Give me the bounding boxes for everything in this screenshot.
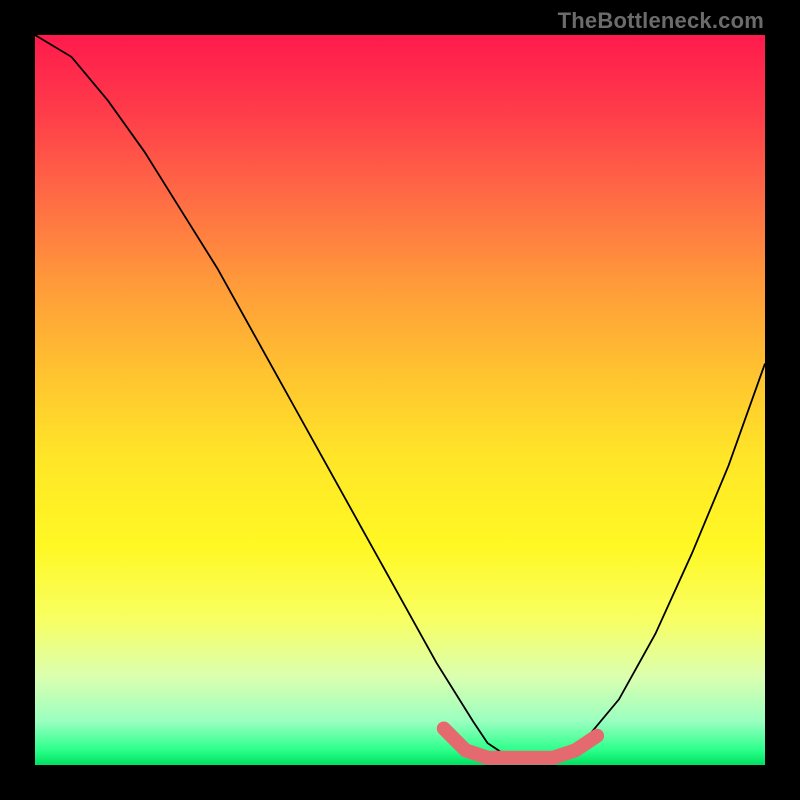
plot-area (35, 35, 765, 765)
curve-svg (35, 35, 765, 765)
chart-container: TheBottleneck.com (0, 0, 800, 800)
watermark-text: TheBottleneck.com (558, 8, 764, 34)
bottleneck-curve (35, 35, 765, 758)
optimal-region-highlight (444, 729, 597, 758)
